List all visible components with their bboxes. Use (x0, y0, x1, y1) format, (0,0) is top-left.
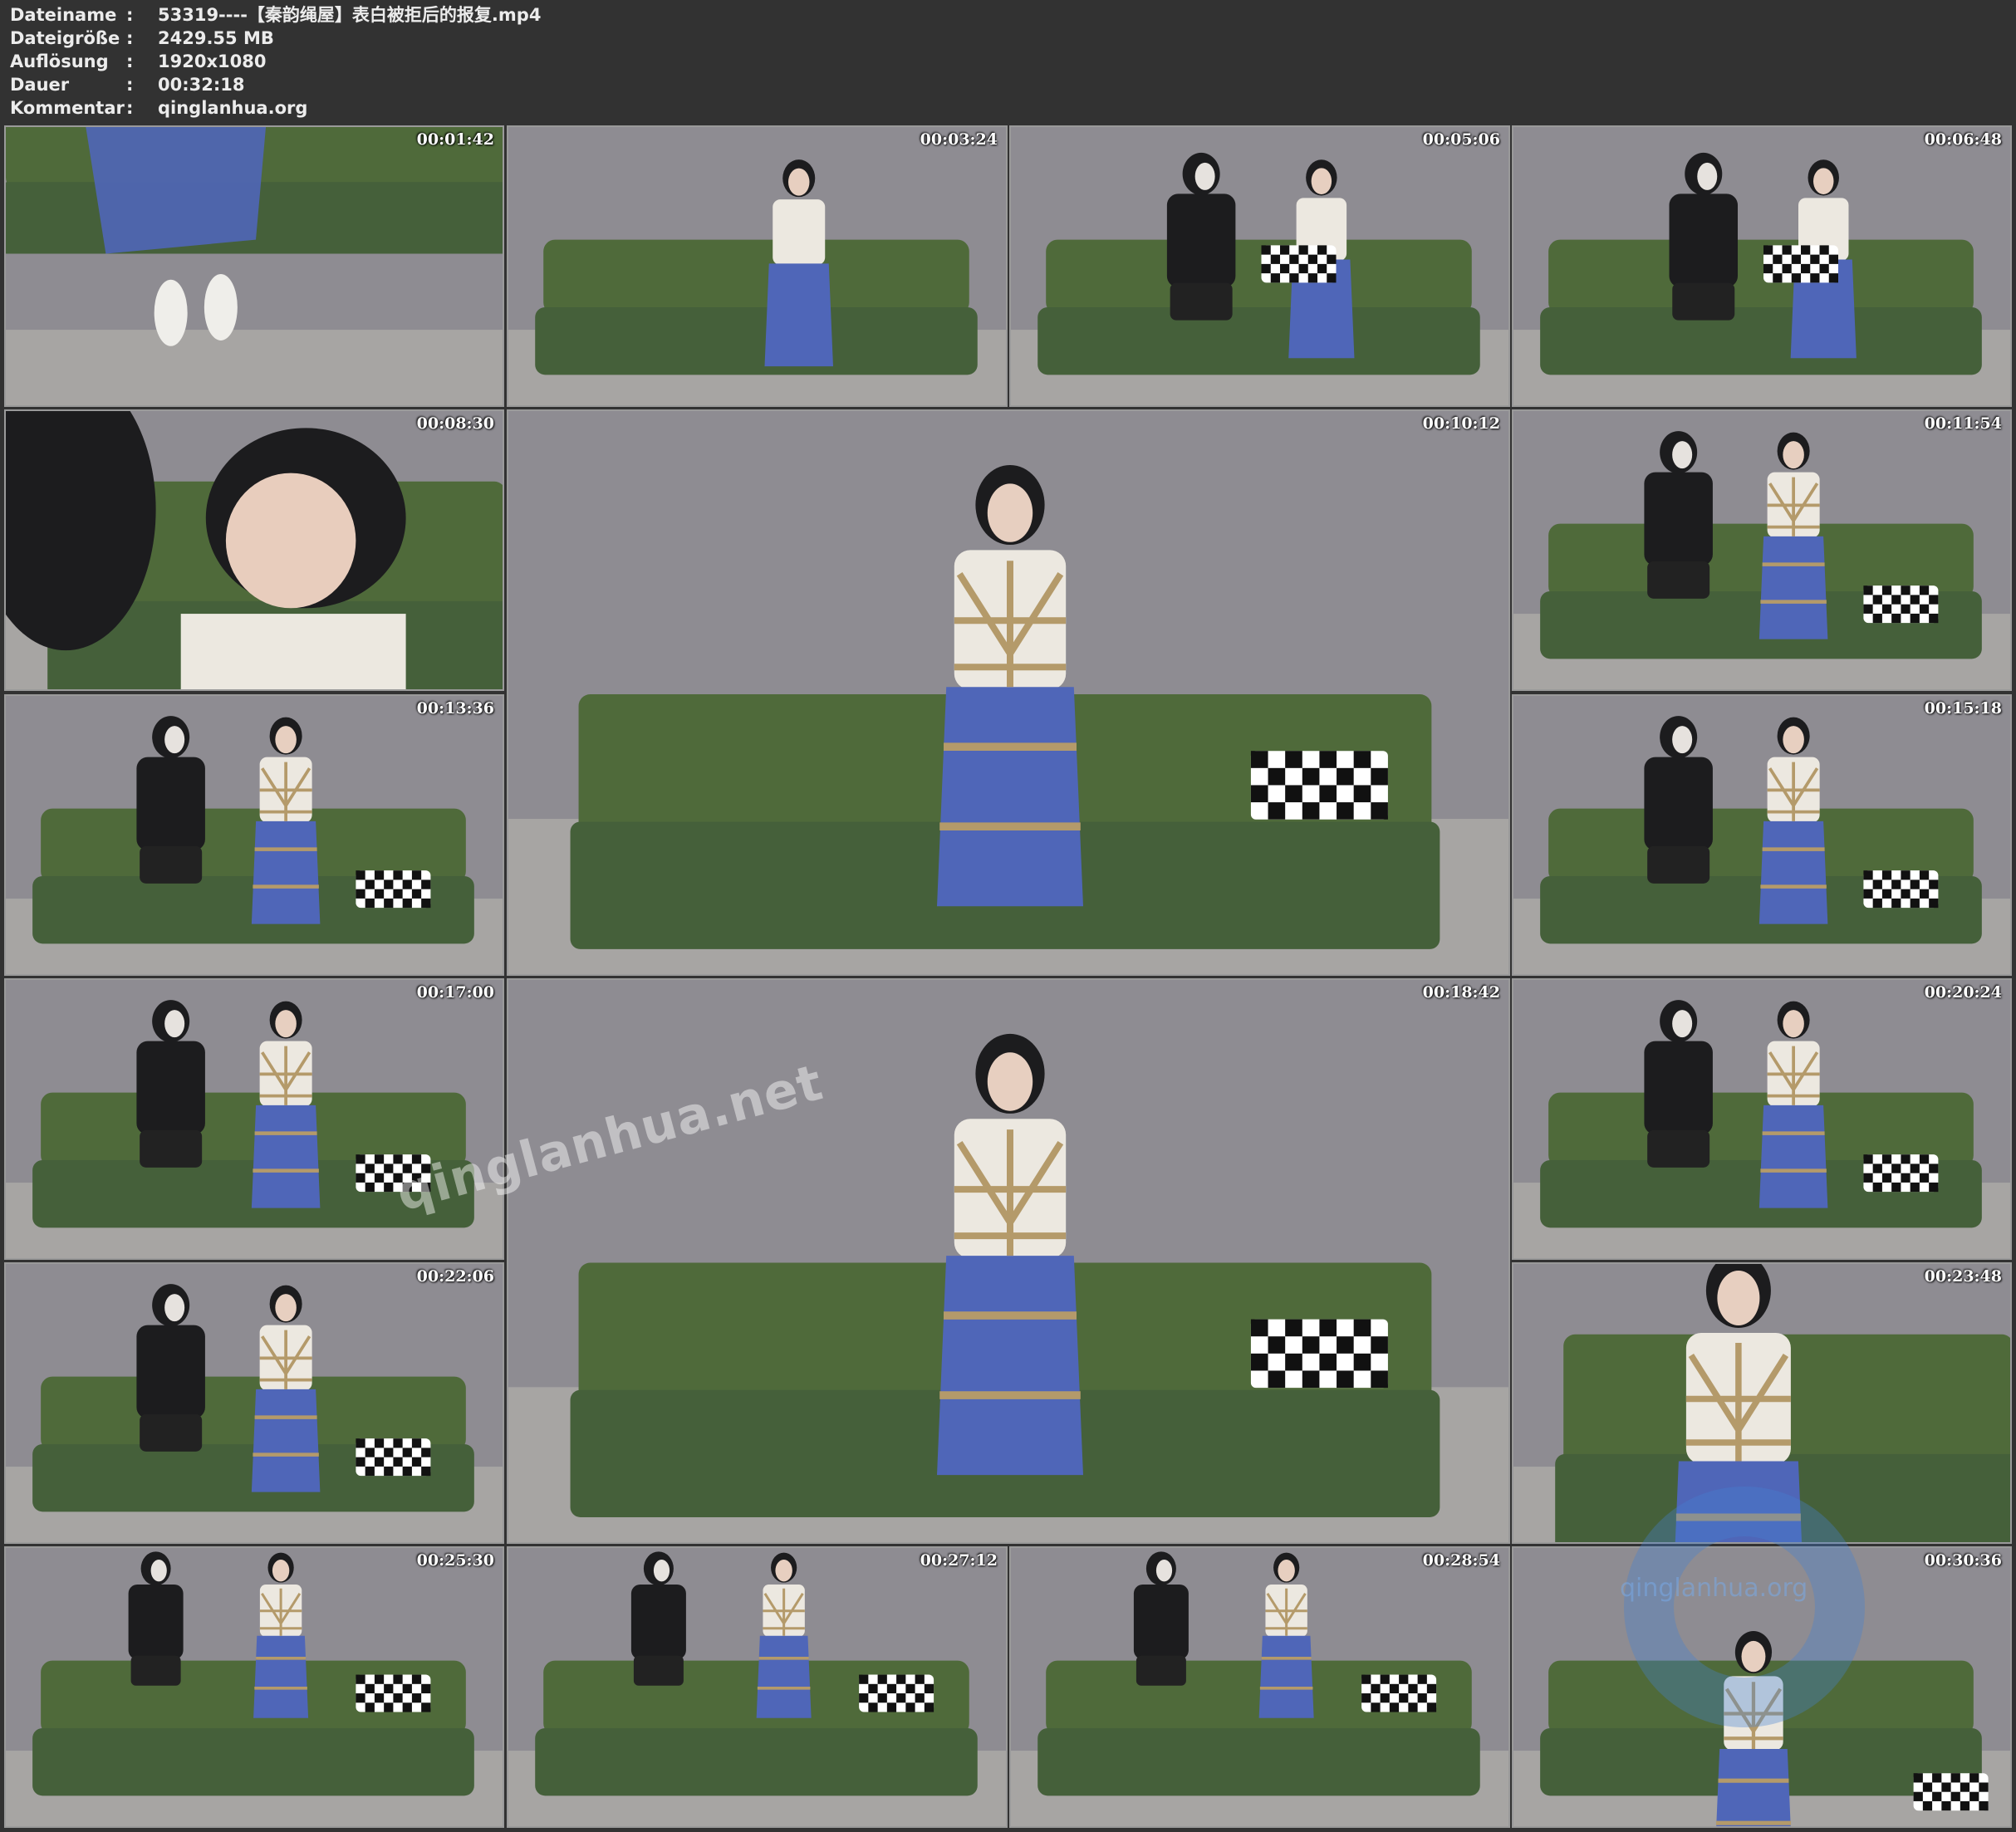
thumbnail-timestamp: 00:22:06 (416, 1267, 494, 1286)
thumbnail-timestamp: 00:15:18 (1924, 699, 2002, 718)
info-sep: : (126, 28, 134, 48)
thumbnail-timestamp: 00:30:36 (1924, 1551, 2002, 1570)
thumbnail-image (6, 411, 503, 689)
thumbnail-timestamp: 00:06:48 (1924, 130, 2002, 149)
thumbnail-image (6, 127, 503, 405)
info-value: 53319----【秦韵绳屋】表白被拒后的报复.mp4 (158, 5, 542, 25)
info-row: Auflösung: 1920x1080 (10, 50, 541, 73)
video-thumbnail[interactable]: 00:01:42 (4, 125, 504, 407)
video-thumbnail[interactable]: 00:20:24 (1512, 978, 2012, 1260)
thumbnail-image (6, 1264, 503, 1542)
info-row: Dateigröße: 2429.55 MB (10, 27, 541, 50)
thumbnail-image (508, 127, 1006, 405)
video-thumbnail[interactable]: 00:23:48 (1512, 1262, 2012, 1544)
thumbnail-image (508, 1548, 1006, 1826)
info-value: 2429.55 MB (158, 28, 274, 48)
thumbnail-image (1513, 1264, 2010, 1542)
thumbnail-timestamp: 00:08:30 (416, 414, 494, 433)
info-key: Dateiname (10, 5, 117, 25)
info-value: 00:32:18 (158, 75, 245, 95)
thumbnail-timestamp: 00:11:54 (1924, 414, 2002, 433)
thumbnail-image (1513, 1548, 2010, 1826)
video-thumbnail[interactable]: 00:08:30 (4, 409, 504, 691)
thumbnail-image (1513, 411, 2010, 689)
thumbnail-image (1513, 980, 2010, 1258)
info-row: Kommentar: qinglanhua.org (10, 96, 541, 120)
video-thumbnail[interactable]: 00:05:06 (1009, 125, 1510, 407)
thumbnail-timestamp: 00:27:12 (920, 1551, 998, 1570)
video-thumbnail[interactable]: 00:30:36 (1512, 1546, 2012, 1828)
info-sep: : (126, 5, 134, 25)
video-thumbnail[interactable]: 00:15:18 (1512, 694, 2012, 976)
info-value: qinglanhua.org (158, 98, 308, 118)
thumbnail-image (1513, 127, 2010, 405)
info-key: Auflösung (10, 51, 109, 71)
info-key: Dauer (10, 75, 70, 95)
thumbnail-timestamp: 00:10:12 (1422, 414, 1500, 433)
thumbnail-image (6, 1548, 503, 1826)
thumbnail-image (6, 696, 503, 974)
thumbnail-timestamp: 00:17:00 (416, 983, 494, 1002)
video-thumbnail[interactable]: 00:03:24 (507, 125, 1008, 407)
info-key: Dateigröße (10, 28, 120, 48)
info-key: Kommentar (10, 98, 125, 118)
video-thumbnail[interactable]: 00:13:36 (4, 694, 504, 976)
info-value: 1920x1080 (158, 51, 267, 71)
thumbnail-timestamp: 00:13:36 (416, 699, 494, 718)
video-thumbnail[interactable]: 00:22:06 (4, 1262, 504, 1544)
thumbnail-timestamp: 00:20:24 (1924, 983, 2002, 1002)
info-row: Dauer: 00:32:18 (10, 73, 541, 96)
thumbnail-image (508, 980, 1508, 1542)
video-thumbnail[interactable]: 00:27:12 (507, 1546, 1008, 1828)
thumbnail-image (1011, 127, 1508, 405)
thumbnail-timestamp: 00:23:48 (1924, 1267, 2002, 1286)
thumbnail-image (6, 980, 503, 1258)
thumbnail-timestamp: 00:25:30 (416, 1551, 494, 1570)
info-sep: : (126, 51, 134, 71)
thumbnail-timestamp: 00:28:54 (1422, 1551, 1500, 1570)
thumbnail-timestamp: 00:05:06 (1422, 130, 1500, 149)
video-thumbnail[interactable]: 00:06:48 (1512, 125, 2012, 407)
thumbnail-timestamp: 00:01:42 (416, 130, 494, 149)
thumbnail-image (1011, 1548, 1508, 1826)
video-thumbnail[interactable]: 00:10:12 (507, 409, 1510, 976)
video-thumbnail[interactable]: 00:17:00 (4, 978, 504, 1260)
thumbnail-image (1513, 696, 2010, 974)
info-sep: : (126, 75, 134, 95)
file-info: Dateiname:53319----【秦韵绳屋】表白被拒后的报复.mp4 Dat… (10, 3, 541, 120)
thumbnail-timestamp: 00:18:42 (1422, 983, 1500, 1002)
video-thumbnail[interactable]: 00:18:42 (507, 978, 1510, 1544)
video-thumbnail[interactable]: 00:28:54 (1009, 1546, 1510, 1828)
info-sep: : (126, 98, 134, 118)
info-row: Dateiname: 53319----【秦韵绳屋】表白被拒后的报复.mp4 (10, 3, 541, 27)
video-thumbnail[interactable]: 00:25:30 (4, 1546, 504, 1828)
thumbnail-timestamp: 00:03:24 (920, 130, 998, 149)
video-thumbnail[interactable]: 00:11:54 (1512, 409, 2012, 691)
thumbnail-image (508, 411, 1508, 974)
